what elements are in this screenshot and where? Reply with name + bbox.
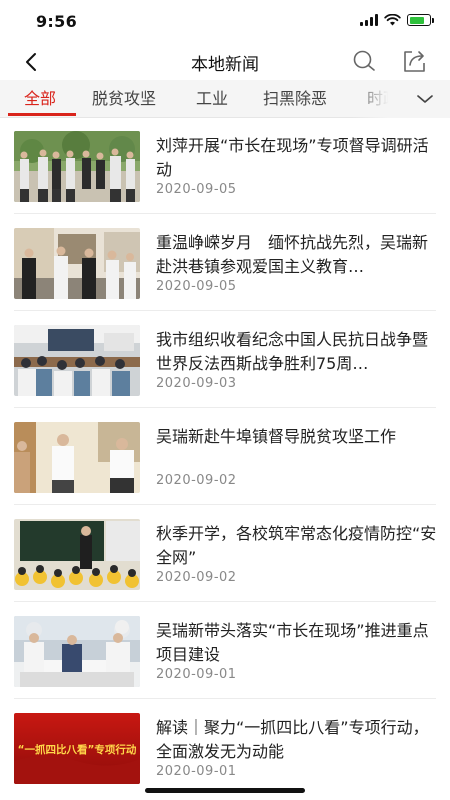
news-title: 秋季开学，各校筑牢常态化疫情防控“安全网” xyxy=(156,524,437,567)
news-item[interactable]: “一抓四比八看”专项行动 解读｜聚力“一抓四比八看”专项行动，全面激发无为动能 … xyxy=(0,700,450,796)
status-icons xyxy=(360,14,434,26)
news-date: 2020-09-05 xyxy=(156,182,237,197)
divider xyxy=(14,601,436,602)
news-item[interactable]: 刘萍开展“市长在现场”专项督导调研活动 2020-09-05 xyxy=(0,118,450,214)
home-indicator[interactable] xyxy=(145,788,305,793)
news-thumbnail xyxy=(14,325,140,396)
divider xyxy=(14,504,436,505)
news-title: 重温峥嵘岁月 缅怀抗战先烈，吴瑞新赴洪巷镇参观爱国主义教育… xyxy=(156,233,429,276)
battery-icon xyxy=(407,14,434,26)
news-date: 2020-09-02 xyxy=(156,570,237,585)
chevron-down-icon xyxy=(417,95,433,103)
news-thumbnail: “一抓四比八看”专项行动 xyxy=(14,713,140,784)
news-item[interactable]: 我市组织收看纪念中国人民抗日战争暨世界反法西斯战争胜利75周… 2020-09-… xyxy=(0,312,450,408)
divider xyxy=(14,213,436,214)
news-item[interactable]: 秋季开学，各校筑牢常态化疫情防控“安全网” 2020-09-02 xyxy=(0,506,450,602)
cellular-signal-icon xyxy=(360,14,378,26)
divider xyxy=(14,407,436,408)
more-tabs-button[interactable] xyxy=(404,80,450,118)
wifi-icon xyxy=(384,14,401,26)
page-title: 本地新闻 xyxy=(191,55,259,75)
news-title: 吴瑞新赴牛埠镇督导脱贫攻坚工作 xyxy=(156,427,397,446)
news-date: 2020-09-02 xyxy=(156,473,237,488)
search-button[interactable] xyxy=(350,47,378,75)
status-bar: 9:56 xyxy=(0,0,450,44)
news-date: 2020-09-03 xyxy=(156,376,237,391)
active-tab-indicator xyxy=(8,113,76,116)
news-item[interactable]: 吴瑞新赴牛埠镇督导脱贫攻坚工作 2020-09-02 xyxy=(0,409,450,505)
divider xyxy=(14,310,436,311)
news-date: 2020-09-05 xyxy=(156,279,237,294)
search-icon xyxy=(353,50,375,71)
status-time: 9:56 xyxy=(36,12,77,31)
news-title: 刘萍开展“市长在现场”专项督导调研活动 xyxy=(156,136,429,179)
news-item[interactable]: 吴瑞新带头落实“市长在现场”推进重点项目建设 2020-09-01 xyxy=(0,603,450,699)
tab-politics[interactable]: 时政 xyxy=(367,80,399,118)
share-icon xyxy=(404,51,425,72)
tab-poverty-alleviation[interactable]: 脱贫攻坚 xyxy=(92,80,156,118)
share-button[interactable] xyxy=(400,47,428,75)
news-thumbnail xyxy=(14,519,140,590)
tab-industry[interactable]: 工业 xyxy=(196,80,228,118)
navigation-bar: 本地新闻 xyxy=(0,44,450,80)
news-title: 吴瑞新带头落实“市长在现场”推进重点项目建设 xyxy=(156,621,429,664)
news-thumbnail xyxy=(14,422,140,493)
news-thumbnail xyxy=(14,616,140,687)
news-thumbnail xyxy=(14,228,140,299)
divider xyxy=(14,698,436,699)
news-date: 2020-09-01 xyxy=(156,667,237,682)
thumbnail-banner-text: “一抓四比八看”专项行动 xyxy=(18,743,137,756)
news-title: 我市组织收看纪念中国人民抗日战争暨世界反法西斯战争胜利75周… xyxy=(156,330,429,373)
news-thumbnail xyxy=(14,131,140,202)
news-title: 解读｜聚力“一抓四比八看”专项行动，全面激发无为动能 xyxy=(156,718,429,761)
news-item[interactable]: 重温峥嵘岁月 缅怀抗战先烈，吴瑞新赴洪巷镇参观爱国主义教育… 2020-09-0… xyxy=(0,215,450,311)
category-tabs: 全部 脱贫攻坚 工业 扫黑除恶 时政 xyxy=(0,80,450,118)
tab-anti-crime[interactable]: 扫黑除恶 xyxy=(263,80,327,118)
news-date: 2020-09-01 xyxy=(156,764,237,779)
